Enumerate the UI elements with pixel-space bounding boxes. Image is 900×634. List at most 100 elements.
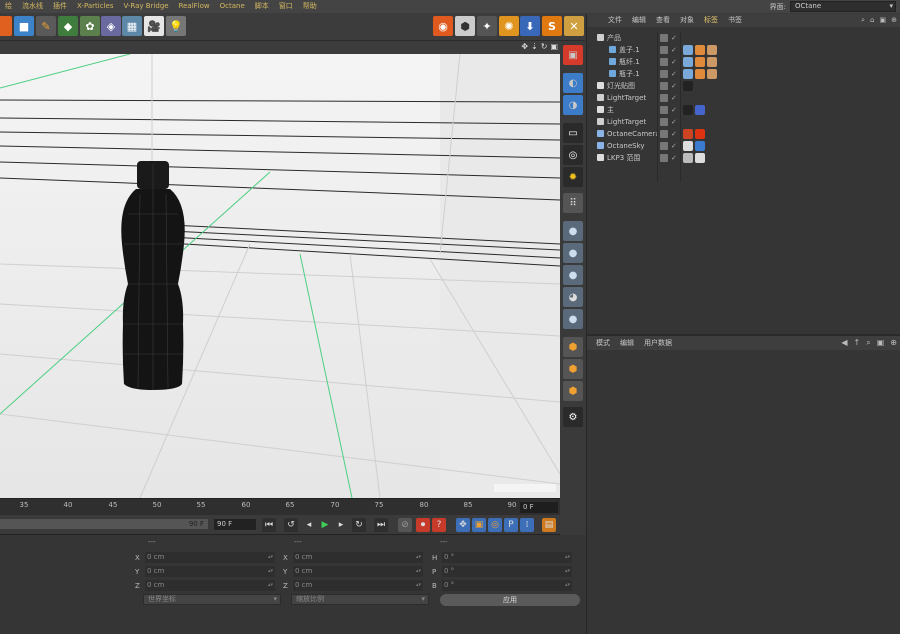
object-row[interactable]: 盖子.1 ✓ [587, 44, 900, 56]
pan-icon[interactable]: ✥ [521, 42, 528, 51]
step-forward-icon[interactable]: ▸ [334, 518, 348, 532]
back-arrow-icon[interactable]: ◀ [841, 338, 847, 348]
object-tag-icon[interactable] [683, 45, 693, 55]
position-y-field[interactable]: 0 cm [145, 566, 275, 577]
next-key-icon[interactable]: ↻ [352, 518, 366, 532]
menu-item-7[interactable]: 脚本 [250, 0, 274, 13]
light-icon[interactable]: 💡 [166, 16, 186, 36]
coordinate-mode-dropdown[interactable]: 世界坐标 [143, 594, 281, 605]
subdivision-icon[interactable]: ◆ [58, 16, 78, 36]
target-light-icon[interactable]: ◎ [563, 145, 583, 165]
visibility-toggle-icon[interactable] [660, 118, 668, 126]
enabled-check-icon[interactable]: ✓ [671, 44, 677, 56]
rotation-b-field[interactable]: 0 ° [442, 580, 572, 591]
visibility-toggle-icon[interactable] [660, 130, 668, 138]
light-tag-icon[interactable]: ⬢ [563, 381, 583, 401]
enabled-check-icon[interactable]: ✓ [671, 104, 677, 116]
timeline-ruler[interactable]: 35 40 45 50 55 60 65 70 75 80 85 90 0 F [0, 498, 560, 515]
particles-icon[interactable]: ✕ [564, 16, 584, 36]
object-row[interactable]: 产品 ✓ [587, 32, 900, 44]
enabled-check-icon[interactable]: ✓ [671, 152, 677, 164]
menu-item-3[interactable]: X-Particles [72, 0, 118, 13]
enabled-check-icon[interactable]: ✓ [671, 92, 677, 104]
object-tag-icon[interactable] [683, 69, 693, 79]
array-icon[interactable]: ✿ [80, 16, 100, 36]
object-row[interactable]: 主 ✓ [587, 104, 900, 116]
octane-material-icon[interactable]: ⬢ [455, 16, 475, 36]
object-tag-icon[interactable] [683, 153, 693, 163]
viewport-3d[interactable] [0, 54, 560, 498]
object-tag-icon[interactable] [707, 57, 717, 67]
apply-button[interactable]: 应用 [440, 594, 580, 606]
position-x-field[interactable]: 0 cm [145, 552, 275, 563]
om-lock-icon[interactable]: ▣ [880, 16, 887, 25]
visibility-toggle-icon[interactable] [660, 94, 668, 102]
floor-icon[interactable]: ▦ [122, 16, 142, 36]
om-tab-file[interactable]: 文件 [603, 14, 627, 27]
am-tab-mode[interactable]: 模式 [591, 338, 615, 348]
menu-item-5[interactable]: RealFlow [174, 0, 215, 13]
undo-icon[interactable] [0, 16, 12, 36]
object-tag-icon[interactable] [695, 69, 705, 79]
end-frame-field[interactable]: 90 F [214, 519, 256, 530]
object-tag-icon[interactable] [707, 45, 717, 55]
size-mode-dropdown[interactable]: 缩放比例 [291, 594, 429, 605]
object-row[interactable]: OctaneSky ✓ [587, 140, 900, 152]
dolly-icon[interactable]: ⇣ [531, 42, 538, 51]
am-tab-userdata[interactable]: 用户数据 [639, 338, 677, 348]
up-arrow-icon[interactable]: ↑ [854, 338, 861, 348]
script-icon[interactable]: S [542, 16, 562, 36]
rotation-p-field[interactable]: 0 ° [442, 566, 572, 577]
om-expand-icon[interactable]: ⊕ [891, 16, 897, 25]
play-icon[interactable]: ▶ [318, 518, 332, 532]
rotate-icon[interactable]: ↻ [541, 42, 548, 51]
step-back-icon[interactable]: ◂ [302, 518, 316, 532]
param-key-icon[interactable]: P [504, 518, 518, 532]
layout-select[interactable]: OCtane [790, 1, 896, 12]
object-row[interactable]: LightTarget ✓ [587, 116, 900, 128]
cube-icon[interactable]: ■ [14, 16, 34, 36]
scale-key-icon[interactable]: ▣ [472, 518, 486, 532]
object-tag-icon[interactable] [683, 141, 693, 151]
om-home-icon[interactable]: ⌂ [870, 16, 874, 25]
om-tab-tags[interactable]: 标签 [699, 14, 723, 27]
menu-item-0[interactable]: 绘 [0, 0, 17, 13]
object-tag-icon[interactable] [683, 129, 693, 139]
sun-light-icon[interactable]: ✹ [563, 167, 583, 187]
rotation-h-field[interactable]: 0 ° [442, 552, 572, 563]
visibility-toggle-icon[interactable] [660, 46, 668, 54]
size-z-field[interactable]: 0 cm [293, 580, 423, 591]
portal-material-icon[interactable]: ● [563, 309, 583, 329]
om-tab-bookmarks[interactable]: 书签 [723, 14, 747, 27]
object-tag-icon[interactable] [695, 129, 705, 139]
menu-item-4[interactable]: V-Ray Bridge [118, 0, 173, 13]
object-tag-icon[interactable] [695, 153, 705, 163]
rotate-key-icon[interactable]: ◎ [488, 518, 502, 532]
octane-light-icon[interactable]: ✦ [477, 16, 497, 36]
om-search-icon[interactable]: ⌕ [861, 16, 865, 25]
octane-live-icon[interactable]: ◉ [433, 16, 453, 36]
position-z-field[interactable]: 0 cm [145, 580, 275, 591]
visibility-toggle-icon[interactable] [660, 82, 668, 90]
am-tab-edit[interactable]: 编辑 [615, 338, 639, 348]
material-sphere-icon[interactable]: ● [563, 221, 583, 241]
enabled-check-icon[interactable]: ✓ [671, 140, 677, 152]
menu-item-9[interactable]: 帮助 [298, 0, 322, 13]
visibility-toggle-icon[interactable] [660, 70, 668, 78]
am-expand-icon[interactable]: ⊕ [890, 338, 897, 348]
area-light-icon[interactable]: ▭ [563, 123, 583, 143]
am-search-icon[interactable]: ⌕ [866, 338, 870, 348]
go-to-end-icon[interactable]: ⏭ [374, 518, 388, 532]
visibility-toggle-icon[interactable] [660, 142, 668, 150]
octane-object-icon[interactable]: ✺ [499, 16, 519, 36]
object-tag-icon[interactable] [695, 141, 705, 151]
specular-material-icon[interactable]: ● [563, 265, 583, 285]
frame-range-slider[interactable]: 90 F [0, 519, 208, 529]
record-disabled-icon[interactable]: ⊘ [398, 518, 412, 532]
keyframe-help-icon[interactable]: ? [432, 518, 446, 532]
visibility-toggle-icon[interactable] [660, 106, 668, 114]
enabled-check-icon[interactable]: ✓ [671, 128, 677, 140]
autokey-icon[interactable]: ⏺ [416, 518, 430, 532]
maximize-icon[interactable]: ▣ [550, 42, 558, 51]
object-tag-icon[interactable] [683, 81, 693, 91]
